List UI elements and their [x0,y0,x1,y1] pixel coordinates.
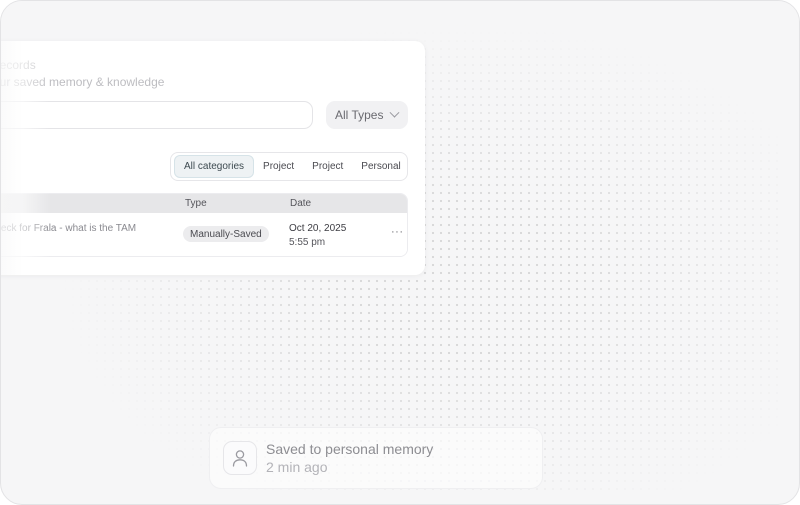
panel-title: n Records [0,58,36,72]
tab-personal[interactable]: Personal [352,155,409,178]
toast-title: Saved to personal memory [266,441,434,457]
column-header-type[interactable]: Type [185,198,207,209]
chevron-down-icon [390,107,400,118]
search-input[interactable] [1,101,313,129]
tab-all-categories[interactable]: All categories [174,155,255,178]
table-row[interactable]: ch deck for Frala - what is the TAM Manu… [1,213,407,256]
record-time: 5:55 pm [289,237,326,248]
table-header: Type Date [1,194,407,213]
toast-notification: Saved to personal memory 2 min ago [209,427,543,489]
tab-project[interactable]: Project [254,155,303,178]
records-panel: n Records l your saved memory & knowledg… [0,41,425,275]
category-tabs: All categories Project Project Personal [170,152,408,181]
panel-subtitle: l your saved memory & knowledge [0,75,165,89]
records-table: Type Date ch deck for Frala - what is th… [1,193,408,257]
type-filter-dropdown[interactable]: All Types [326,101,408,129]
record-date: Oct 20, 2025 [289,223,347,234]
record-title[interactable]: ch deck for Frala - what is the TAM [1,223,136,234]
toast-timestamp: 2 min ago [266,459,328,475]
column-header-date[interactable]: Date [290,198,311,209]
tab-project-2[interactable]: Project [303,155,352,178]
type-badge: Manually-Saved [183,226,269,242]
more-options-icon[interactable]: ··· [391,226,404,238]
user-icon [223,441,257,475]
type-filter-label: All Types [335,108,384,122]
app-frame: n Records l your saved memory & knowledg… [0,0,800,505]
